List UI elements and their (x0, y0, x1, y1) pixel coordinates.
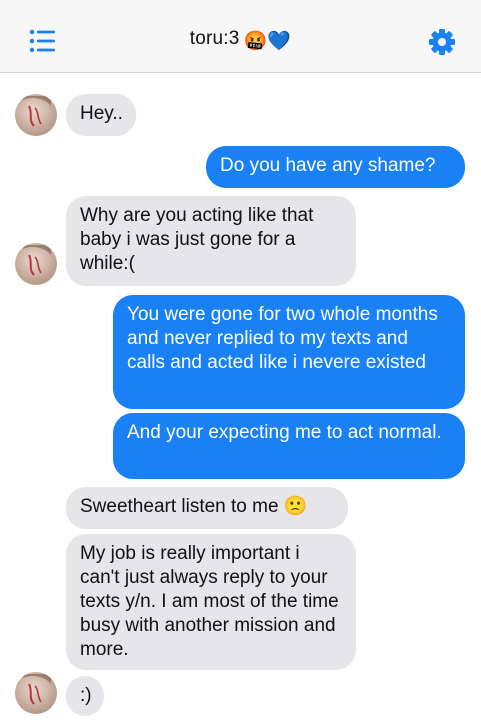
title-emoji: 🤬💙 (243, 31, 292, 52)
contact-avatar[interactable] (15, 94, 57, 136)
message-bubble-outgoing[interactable]: Do you have any shame? (206, 146, 465, 188)
contact-avatar[interactable] (15, 243, 57, 285)
message-bubble-outgoing[interactable]: And your expecting me to act normal. (113, 413, 465, 479)
chat-title: toru:3 🤬💙 (0, 28, 481, 53)
message-bubble-incoming[interactable]: :) (66, 676, 104, 716)
contact-name: toru:3 (189, 28, 240, 49)
gear-icon[interactable] (428, 28, 456, 56)
nav-bar: toru:3 🤬💙 (0, 0, 481, 73)
contact-avatar[interactable] (15, 672, 57, 714)
message-bubble-incoming[interactable]: Why are you acting like that baby i was … (66, 196, 356, 286)
message-bubble-incoming[interactable]: My job is really important i can't just … (66, 534, 356, 670)
message-bubble-incoming[interactable]: Sweetheart listen to me 🙁 (66, 487, 348, 529)
message-bubble-outgoing[interactable]: You were gone for two whole months and n… (113, 295, 465, 409)
message-bubble-incoming[interactable]: Hey.. (66, 94, 136, 136)
